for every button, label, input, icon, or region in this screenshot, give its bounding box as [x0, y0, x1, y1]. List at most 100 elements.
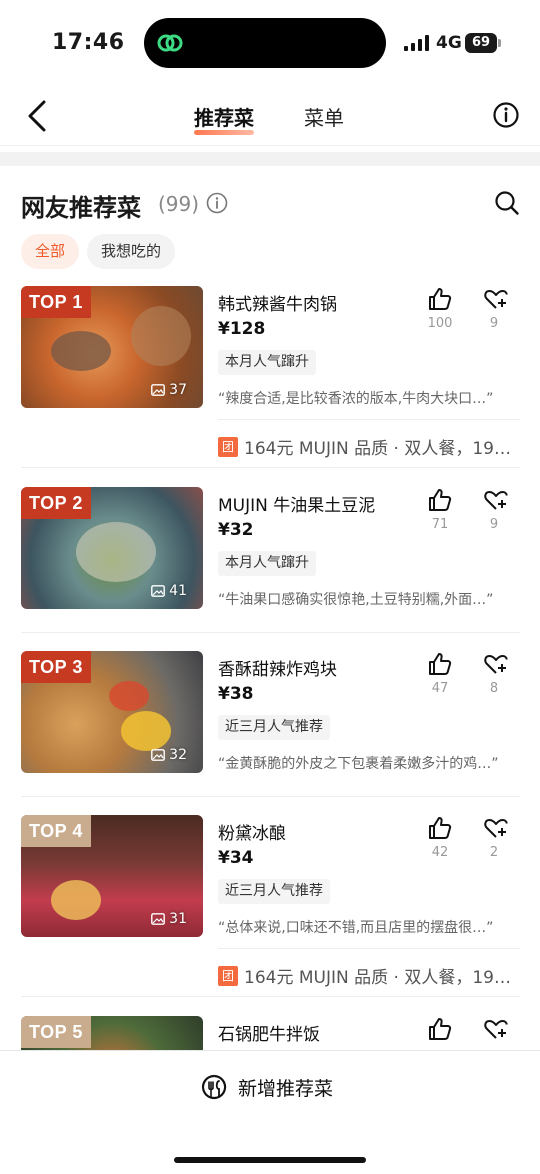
favorite-button[interactable]	[482, 1016, 510, 1046]
dish-review: “总体来说,口味还不错,而且店里的摆盘很…”	[218, 920, 494, 936]
dish-item[interactable]: TOP 4 31 粉黛冰酿 ¥34 近三月人气推荐 “总体来说,口味还不错,而且…	[0, 815, 540, 995]
back-icon[interactable]	[22, 96, 52, 136]
photo-icon	[151, 585, 166, 597]
thumbs-up-icon	[429, 288, 452, 310]
item-separator	[21, 996, 520, 997]
tab-menu[interactable]: 菜单	[304, 102, 344, 131]
dynamic-island	[144, 18, 386, 68]
item-separator	[21, 796, 520, 797]
dish-photo[interactable]: TOP 1 37	[21, 286, 203, 408]
link-icon	[157, 34, 183, 52]
dish-price: ¥128	[218, 319, 266, 339]
photo-count: 32	[151, 747, 187, 763]
search-icon[interactable]	[494, 190, 520, 216]
section-count: (99)	[158, 192, 200, 216]
favorite-button[interactable]	[482, 286, 510, 316]
photo-count: 41	[151, 583, 187, 599]
dish-photo[interactable]: TOP 2 41	[21, 487, 203, 609]
rank-badge: TOP 5	[21, 1016, 91, 1048]
thumbs-up-icon	[429, 817, 452, 839]
network-type: 4G	[436, 33, 462, 53]
group-deal-link[interactable]: 团 164元 MUJIN 品质 · 双人餐，19…	[218, 434, 511, 459]
heart-plus-icon	[484, 491, 508, 510]
bottom-bar: 新增推荐菜	[0, 1050, 540, 1174]
group-deal-badge: 团	[218, 436, 238, 457]
dish-review: “牛油果口感确实很惊艳,土豆特别糯,外面…”	[218, 592, 494, 608]
dish-price: ¥34	[218, 848, 254, 868]
dish-name: 韩式辣酱牛肉锅	[218, 295, 337, 315]
heart-plus-icon	[484, 655, 508, 674]
dish-photo[interactable]: TOP 5	[21, 1016, 203, 1050]
rank-badge: TOP 1	[21, 286, 91, 318]
dish-tag: 本月人气蹿升	[218, 350, 316, 375]
status-time: 17:46	[52, 30, 125, 55]
rank-badge: TOP 4	[21, 815, 91, 847]
group-deal-badge: 团	[218, 965, 238, 986]
photo-icon	[151, 749, 166, 761]
group-deal-text: 164元 MUJIN 品质 · 双人餐，19…	[244, 439, 511, 459]
info-icon[interactable]	[206, 192, 228, 214]
dish-item[interactable]: TOP 3 32 香酥甜辣炸鸡块 ¥38 近三月人气推荐 “金黄酥脆的外皮之下包…	[0, 651, 540, 791]
add-recommended-dish-button[interactable]: 新增推荐菜	[200, 1073, 333, 1101]
tab-recommend[interactable]: 推荐菜	[194, 102, 254, 135]
heart-plus-icon	[484, 290, 508, 309]
filter-all[interactable]: 全部	[21, 234, 80, 269]
info-icon[interactable]	[492, 101, 520, 129]
battery-icon: 69	[465, 33, 497, 53]
dish-item[interactable]: TOP 1 37 韩式辣酱牛肉锅 ¥128 本月人气蹿升 “辣度合适,是比较香浓…	[0, 286, 540, 468]
dish-name: 粉黛冰酿	[218, 824, 286, 844]
dish-name: 香酥甜辣炸鸡块	[218, 660, 337, 680]
favorite-button[interactable]	[482, 651, 510, 681]
status-bar: 17:46 4G 69	[0, 0, 540, 86]
heart-plus-icon	[484, 819, 508, 838]
tab-recommend-label: 推荐菜	[194, 106, 254, 130]
thumbs-up-icon	[429, 489, 452, 511]
like-button[interactable]	[426, 487, 454, 517]
dish-photo[interactable]: TOP 4 31	[21, 815, 203, 937]
dish-item[interactable]: TOP 2 41 MUJIN 牛油果土豆泥 ¥32 本月人气蹿升 “牛油果口感确…	[0, 487, 540, 627]
battery-cap	[498, 39, 501, 47]
photo-count: 31	[151, 911, 187, 927]
rank-badge: TOP 2	[21, 487, 91, 519]
photo-icon	[151, 913, 166, 925]
rank-badge: TOP 3	[21, 651, 91, 683]
add-recommended-dish-label: 新增推荐菜	[238, 1077, 334, 1100]
dish-price: ¥38	[218, 684, 254, 704]
like-button[interactable]	[426, 1016, 454, 1046]
item-separator	[21, 467, 520, 468]
dish-tag: 近三月人气推荐	[218, 715, 330, 740]
home-indicator[interactable]	[174, 1157, 366, 1163]
like-count: 42	[431, 845, 449, 860]
tab-active-indicator	[194, 130, 254, 135]
dish-photo[interactable]: TOP 3 32	[21, 651, 203, 773]
thumbs-up-icon	[429, 1018, 452, 1040]
dish-review: “金黄酥脆的外皮之下包裹着柔嫩多汁的鸡…”	[218, 756, 499, 772]
dish-name: 石锅肥牛拌饭	[218, 1025, 320, 1045]
photo-count: 37	[151, 382, 187, 398]
favorite-button[interactable]	[482, 815, 510, 845]
dish-tag: 近三月人气推荐	[218, 879, 330, 904]
section-divider	[0, 152, 540, 166]
add-dish-icon	[201, 1074, 227, 1100]
group-deal-link[interactable]: 团 164元 MUJIN 品质 · 双人餐，19…	[218, 963, 511, 988]
favorite-count: 9	[489, 316, 499, 331]
dish-name: MUJIN 牛油果土豆泥	[218, 496, 376, 516]
like-count: 47	[431, 681, 449, 696]
thumbs-up-icon	[429, 653, 452, 675]
item-separator	[21, 632, 520, 633]
heart-plus-icon	[484, 1020, 508, 1039]
signal-icon	[404, 35, 429, 51]
top-nav: 推荐菜 菜单	[0, 86, 540, 146]
dish-review: “辣度合适,是比较香浓的版本,牛肉大块口…”	[218, 391, 494, 407]
deal-divider	[218, 419, 520, 420]
dish-item[interactable]: TOP 5 石锅肥牛拌饭	[0, 1016, 540, 1050]
like-button[interactable]	[426, 815, 454, 845]
filter-want-to-eat[interactable]: 我想吃的	[87, 234, 176, 269]
favorite-button[interactable]	[482, 487, 510, 517]
favorite-count: 9	[489, 517, 499, 532]
like-button[interactable]	[426, 286, 454, 316]
favorite-count: 2	[489, 845, 499, 860]
section-title: 网友推荐菜	[21, 194, 141, 222]
favorite-count: 8	[489, 681, 499, 696]
like-button[interactable]	[426, 651, 454, 681]
